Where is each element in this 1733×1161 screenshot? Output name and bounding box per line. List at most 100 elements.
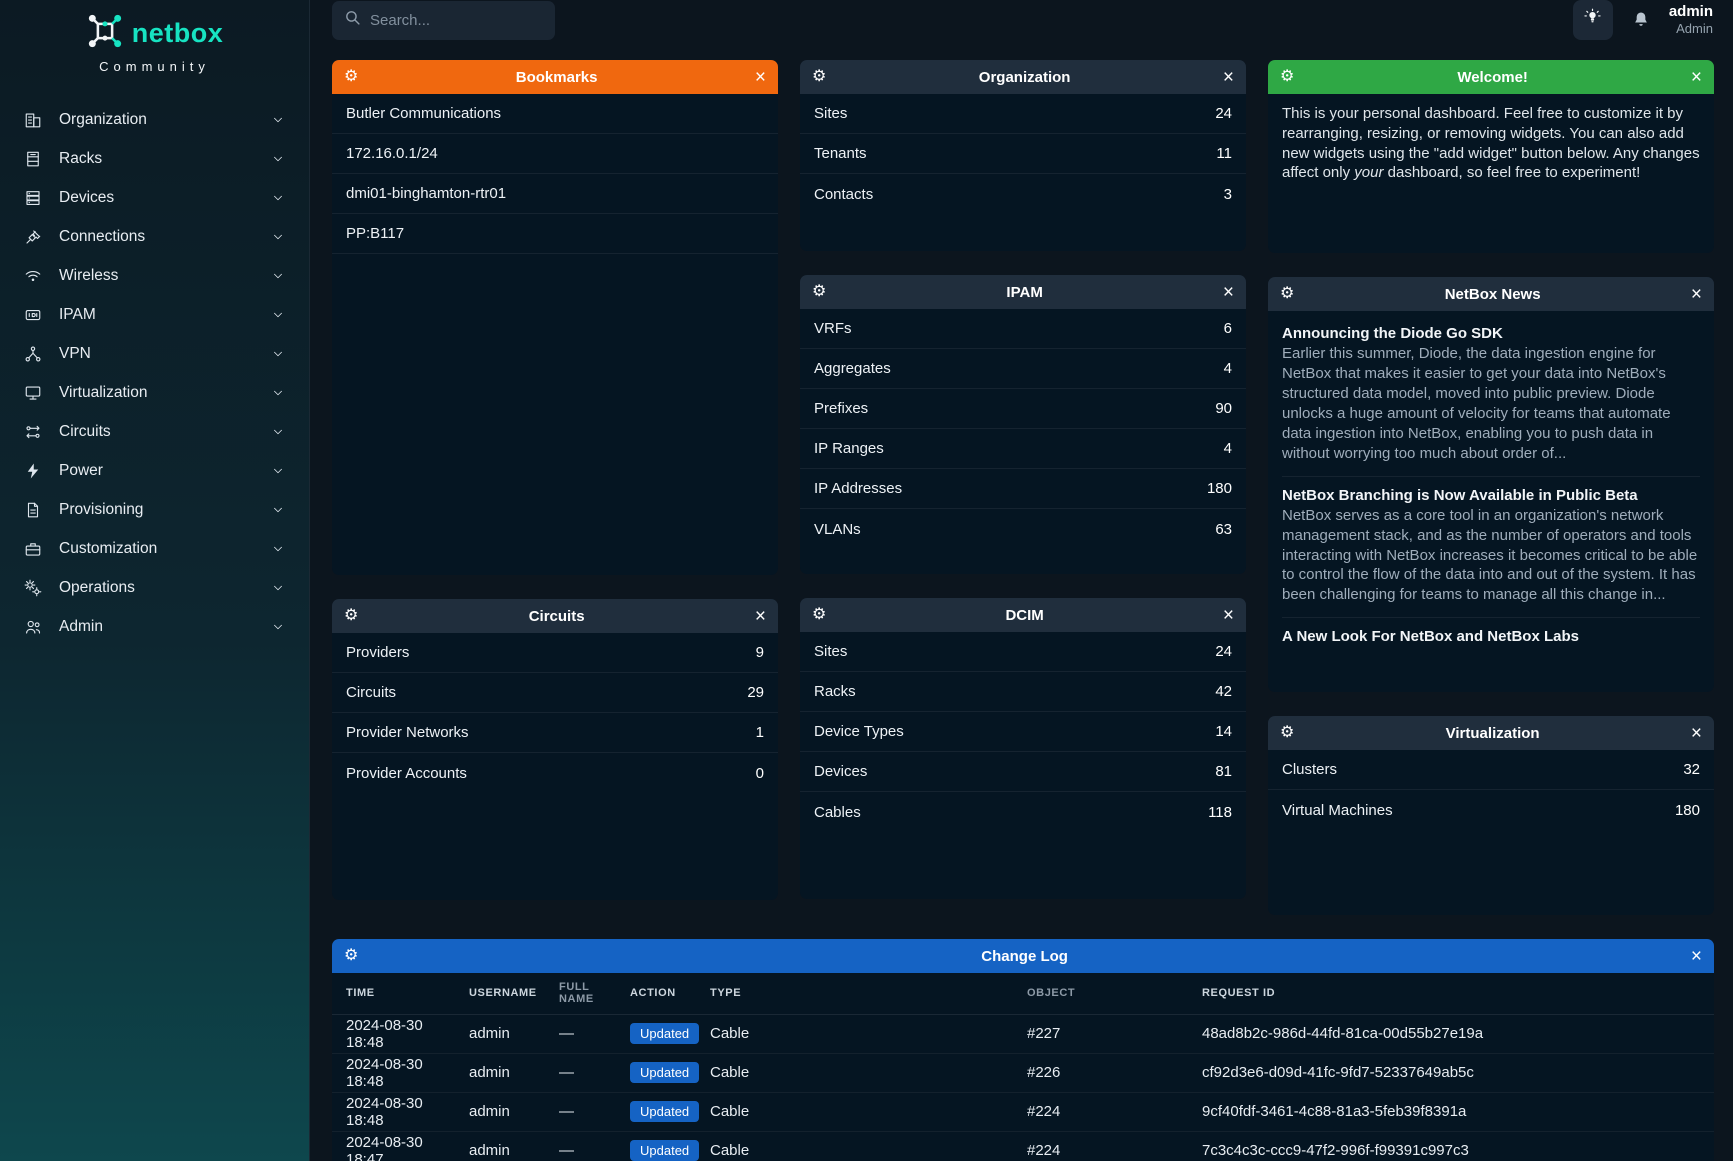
sidebar-item-vpn[interactable]: VPN [14,334,295,373]
change-object-link[interactable]: #224 [1027,1092,1202,1131]
widget-ipam-header[interactable]: ⚙ IPAM × [800,275,1246,309]
change-requestid-link[interactable]: 9cf40fdf-3461-4c88-81a3-5feb39f8391a [1202,1092,1714,1131]
gear-icon[interactable]: ⚙ [344,69,358,85]
chevron-down-icon [271,425,285,439]
news-article-title[interactable]: NetBox Branching is Now Available in Pub… [1282,487,1700,504]
sidebar-item-provisioning[interactable]: Provisioning [14,490,295,529]
action-badge[interactable]: Updated [630,1023,699,1044]
sidebar-item-devices[interactable]: Devices [14,178,295,217]
close-icon[interactable]: × [1691,724,1702,743]
gear-icon[interactable]: ⚙ [344,608,358,624]
change-object-link[interactable]: #227 [1027,1014,1202,1053]
stat-row: Aggregates4 [800,349,1246,389]
bookmark-item[interactable]: dmi01-binghamton-rtr01 [332,174,778,214]
bookmark-item[interactable]: PP:B117 [332,214,778,254]
gear-icon[interactable]: ⚙ [812,607,826,623]
sidebar-item-wireless[interactable]: Wireless [14,256,295,295]
circuits-icon [24,423,42,441]
chevron-down-icon [271,113,285,127]
wireless-icon [24,267,42,285]
widget-organization-header[interactable]: ⚙ Organization × [800,60,1246,94]
change-username: admin [469,1092,559,1131]
widget-news-header[interactable]: ⚙ NetBox News × [1268,277,1714,311]
widget-change-log: ⚙ Change Log × TIME USERNAME FULL NAME A… [332,939,1714,1161]
widget-bookmarks-header[interactable]: ⚙ Bookmarks × [332,60,778,94]
column-header-username[interactable]: USERNAME [469,973,559,1014]
column-header-type[interactable]: TYPE [710,973,1027,1014]
stat-row: Sites24 [800,94,1246,134]
change-time-link[interactable]: 2024-08-30 18:48 [332,1092,469,1131]
news-article-title[interactable]: A New Look For NetBox and NetBox Labs [1282,628,1700,645]
widget-title: DCIM [826,607,1223,624]
sidebar-nav: Organization Racks Devices Connections W… [0,100,309,646]
gear-icon[interactable]: ⚙ [812,69,826,85]
change-requestid-link[interactable]: cf92d3e6-d09d-41fc-9fd7-52337649ab5c [1202,1053,1714,1092]
close-icon[interactable]: × [1691,285,1702,304]
close-icon[interactable]: × [755,607,766,626]
sidebar-item-racks[interactable]: Racks [14,139,295,178]
user-menu[interactable]: admin Admin [1669,3,1713,38]
chevron-down-icon [271,347,285,361]
gear-icon[interactable]: ⚙ [1280,725,1294,741]
action-badge[interactable]: Updated [630,1101,699,1122]
news-article-title[interactable]: Announcing the Diode Go SDK [1282,325,1700,342]
change-fullname: — [559,1014,630,1053]
gear-icon[interactable]: ⚙ [1280,69,1294,85]
gear-icon[interactable]: ⚙ [1280,286,1294,302]
change-fullname: — [559,1131,630,1161]
organization-icon [24,111,42,129]
change-requestid-link[interactable]: 48ad8b2c-986d-44fd-81ca-00d55b27e19a [1202,1014,1714,1053]
search-input[interactable] [370,12,543,29]
widget-virtualization-header[interactable]: ⚙ Virtualization × [1268,716,1714,750]
stat-row: VRFs6 [800,309,1246,349]
notifications-bell-icon[interactable] [1631,10,1651,30]
change-time-link[interactable]: 2024-08-30 18:47 [332,1131,469,1161]
sidebar-item-ipam[interactable]: IPAM [14,295,295,334]
theme-toggle-button[interactable] [1573,0,1613,40]
search-box[interactable] [332,1,555,40]
action-badge[interactable]: Updated [630,1062,699,1083]
sidebar-item-power[interactable]: Power [14,451,295,490]
sidebar-item-admin[interactable]: Admin [14,607,295,646]
close-icon[interactable]: × [1691,68,1702,87]
stat-row: VLANs63 [800,509,1246,549]
sidebar-item-connections[interactable]: Connections [14,217,295,256]
change-object-link[interactable]: #224 [1027,1131,1202,1161]
sidebar-item-label: Provisioning [59,501,271,519]
sidebar-item-organization[interactable]: Organization [14,100,295,139]
close-icon[interactable]: × [1223,283,1234,302]
sidebar-item-operations[interactable]: Operations [14,568,295,607]
close-icon[interactable]: × [755,68,766,87]
sidebar-item-customization[interactable]: Customization [14,529,295,568]
widget-changelog-header[interactable]: ⚙ Change Log × [332,939,1714,973]
bookmark-item[interactable]: 172.16.0.1/24 [332,134,778,174]
gear-icon[interactable]: ⚙ [344,948,358,964]
bookmark-item[interactable]: Butler Communications [332,94,778,134]
action-badge[interactable]: Updated [630,1140,699,1161]
change-time-link[interactable]: 2024-08-30 18:48 [332,1014,469,1053]
sidebar: netbox Community Organization Racks Devi… [0,0,310,1161]
brand[interactable]: netbox Community [0,12,309,74]
widget-title: IPAM [826,284,1223,301]
brand-name: netbox [132,18,224,49]
widget-welcome: ⚙ Welcome! × This is your personal dashb… [1268,60,1714,253]
widget-circuits-header[interactable]: ⚙ Circuits × [332,599,778,633]
gear-icon[interactable]: ⚙ [812,284,826,300]
netbox-logo-icon [86,12,124,55]
sidebar-item-virtualization[interactable]: Virtualization [14,373,295,412]
change-requestid-link[interactable]: 7c3c4c3c-ccc9-47f2-996f-f99391c997c3 [1202,1131,1714,1161]
chevron-down-icon [271,230,285,244]
close-icon[interactable]: × [1223,606,1234,625]
close-icon[interactable]: × [1691,947,1702,966]
racks-icon [24,150,42,168]
widget-welcome-header[interactable]: ⚙ Welcome! × [1268,60,1714,94]
column-header-time[interactable]: TIME [332,973,469,1014]
change-time-link[interactable]: 2024-08-30 18:48 [332,1053,469,1092]
widget-dcim-header[interactable]: ⚙ DCIM × [800,598,1246,632]
sidebar-item-circuits[interactable]: Circuits [14,412,295,451]
change-object-link[interactable]: #226 [1027,1053,1202,1092]
column-header-action[interactable]: ACTION [630,973,710,1014]
topbar: admin Admin [310,0,1733,40]
close-icon[interactable]: × [1223,68,1234,87]
column-header-requestid[interactable]: REQUEST ID [1202,973,1714,1014]
